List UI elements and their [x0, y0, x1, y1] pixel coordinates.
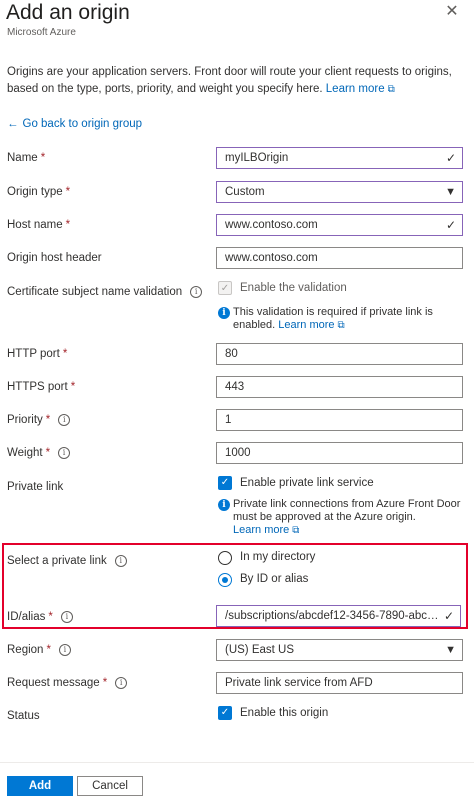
id-alias-input[interactable]: /subscriptions/abcdef12-3456-7890-abcd-e…	[216, 605, 461, 627]
required-marker: *	[65, 186, 71, 198]
checkmark-icon: ✓	[445, 151, 456, 165]
panel-subtitle: Microsoft Azure	[7, 27, 76, 38]
required-marker: *	[65, 219, 71, 231]
http-port-input[interactable]: 80	[216, 343, 463, 365]
request-message-input[interactable]: Private link service from AFD	[216, 672, 463, 694]
checkmark-icon: ✓	[443, 609, 454, 623]
required-marker: *	[46, 644, 51, 656]
enable-origin-checkbox[interactable]: ✓	[218, 706, 232, 720]
private-link-label: Private link	[7, 481, 64, 493]
add-button[interactable]: Add	[7, 776, 73, 796]
origin-host-header-label: Origin host header	[7, 252, 102, 264]
enable-origin-label: Enable this origin	[240, 707, 329, 719]
select-private-link-label: Select a private link i	[7, 555, 127, 567]
enable-private-link-label: Enable private link service	[240, 477, 374, 489]
required-marker: *	[40, 152, 46, 164]
external-link-icon: ⧉	[292, 525, 300, 536]
chevron-down-icon: ▼	[445, 644, 456, 656]
name-label: Name *	[7, 152, 46, 164]
required-marker: *	[48, 611, 53, 623]
host-name-label: Host name *	[7, 219, 71, 231]
description: Origins are your application servers. Fr…	[7, 64, 469, 98]
cancel-button[interactable]: Cancel	[77, 776, 143, 796]
origin-type-select[interactable]: Custom ▼	[216, 181, 463, 203]
request-message-label: Request message * i	[7, 677, 128, 689]
info-icon[interactable]: i	[115, 677, 128, 689]
close-icon[interactable]: ✕	[444, 4, 460, 20]
required-marker: *	[45, 447, 51, 459]
checkmark-icon: ✓	[445, 218, 456, 232]
enable-private-link-checkbox[interactable]: ✓	[218, 476, 232, 490]
cert-validation-label: Certificate subject name validation i	[7, 286, 203, 298]
required-marker: *	[45, 414, 51, 426]
status-label: Status	[7, 710, 40, 722]
region-label: Region * i	[7, 644, 71, 656]
enable-validation-label: Enable the validation	[240, 282, 347, 294]
info-icon[interactable]: i	[58, 644, 71, 656]
host-name-input[interactable]: www.contoso.com ✓	[216, 214, 463, 236]
info-icon[interactable]: i	[190, 286, 203, 298]
id-alias-label: ID/alias * i	[7, 611, 73, 623]
radio-by-id-or-alias[interactable]	[218, 573, 232, 587]
origin-type-label: Origin type *	[7, 186, 71, 198]
region-select[interactable]: (US) East US ▼	[216, 639, 463, 661]
footer-divider	[0, 762, 474, 763]
back-arrow-icon: ←	[7, 118, 19, 130]
info-icon[interactable]: i	[60, 611, 73, 623]
panel-title: Add an origin	[6, 1, 130, 24]
info-filled-icon: i	[218, 499, 230, 511]
private-link-note: Private link connections from Azure Fron…	[233, 498, 461, 536]
external-link-icon: ⧉	[337, 320, 345, 331]
chevron-down-icon: ▼	[445, 186, 456, 198]
name-input[interactable]: myILBOrigin ✓	[216, 147, 463, 169]
external-link-icon: ⧉	[387, 84, 395, 95]
priority-label: Priority * i	[7, 414, 71, 426]
info-filled-icon: i	[218, 307, 230, 319]
back-to-origin-group-link[interactable]: ← Go back to origin group	[7, 118, 142, 130]
learn-more-link[interactable]: Learn more ⧉	[326, 83, 395, 95]
enable-validation-checkbox[interactable]: ✓	[218, 281, 232, 295]
weight-input[interactable]: 1000	[216, 442, 463, 464]
required-marker: *	[70, 381, 76, 393]
priority-input[interactable]: 1	[216, 409, 463, 431]
weight-label: Weight * i	[7, 447, 71, 459]
required-marker: *	[62, 348, 68, 360]
info-icon[interactable]: i	[114, 555, 127, 567]
required-marker: *	[102, 677, 108, 689]
https-port-input[interactable]: 443	[216, 376, 463, 398]
info-icon[interactable]: i	[58, 447, 71, 459]
radio-by-id-or-alias-label: By ID or alias	[240, 573, 309, 585]
http-port-label: HTTP port *	[7, 348, 68, 360]
learn-more-link[interactable]: Learn more ⧉	[278, 319, 344, 331]
radio-in-my-directory[interactable]	[218, 551, 232, 565]
origin-host-header-input[interactable]: www.contoso.com	[216, 247, 463, 269]
learn-more-link[interactable]: Learn more ⧉	[233, 524, 299, 536]
https-port-label: HTTPS port *	[7, 381, 76, 393]
info-icon[interactable]: i	[58, 414, 71, 426]
validation-note: This validation is required if private l…	[233, 306, 433, 331]
radio-in-my-directory-label: In my directory	[240, 551, 316, 563]
